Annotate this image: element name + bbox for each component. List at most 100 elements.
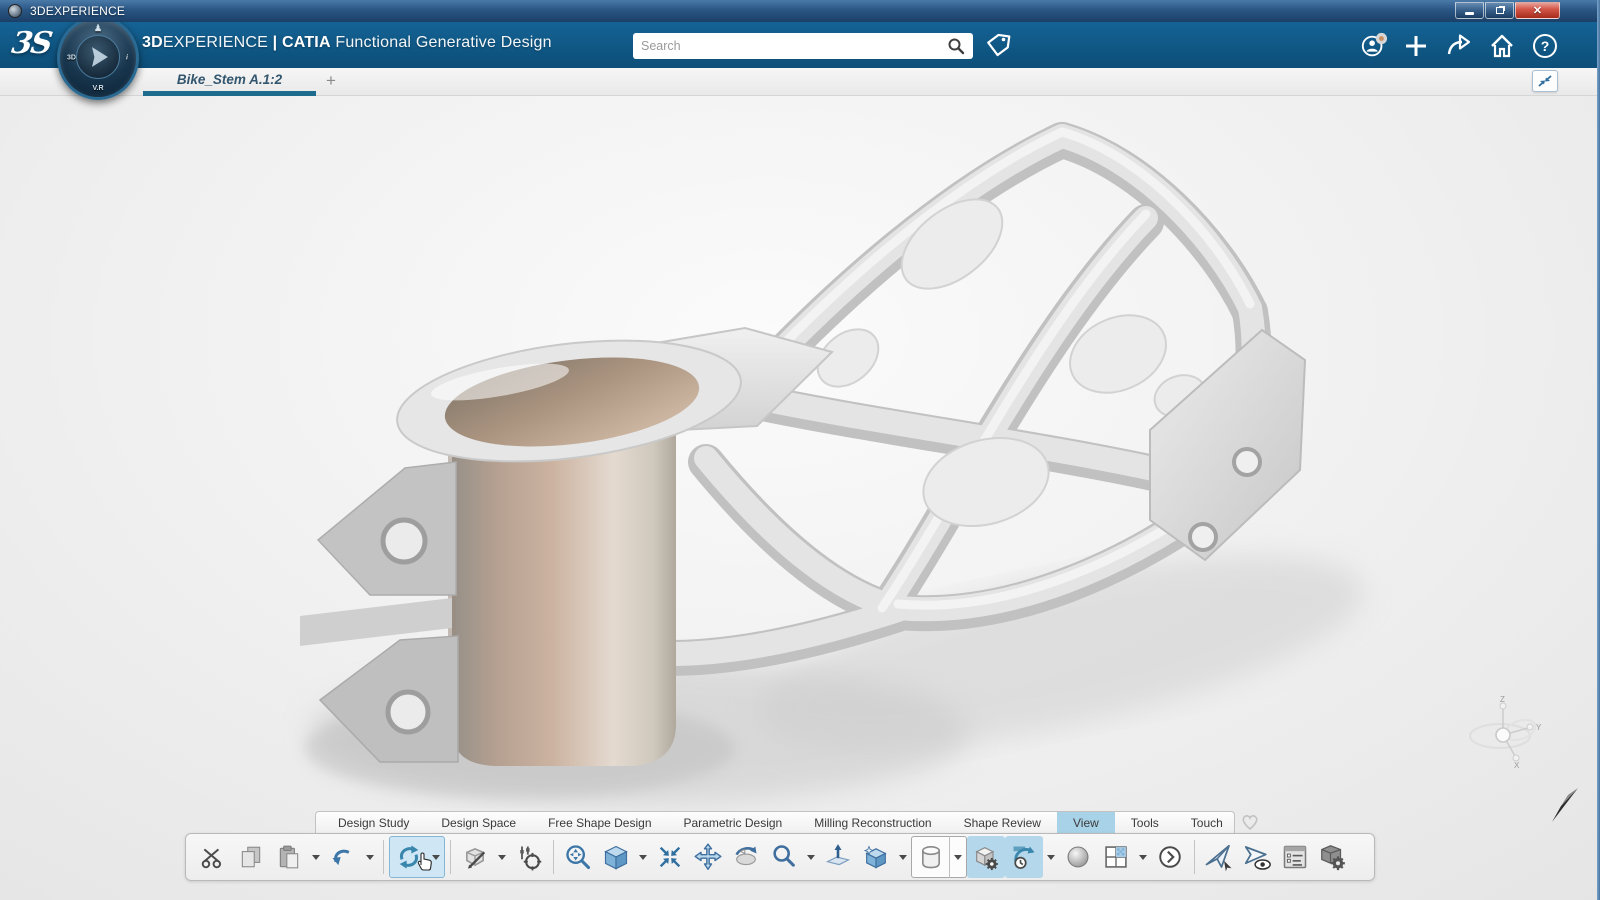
session-settings-button[interactable] xyxy=(1314,836,1352,878)
axis-triad[interactable]: Z Y X xyxy=(1462,694,1552,784)
home-icon[interactable] xyxy=(1488,32,1516,60)
zoom-button[interactable] xyxy=(765,836,803,878)
render-style-button[interactable] xyxy=(967,836,1005,878)
favorites-heart-icon[interactable] xyxy=(1240,812,1260,832)
user-profile-icon[interactable] xyxy=(1360,32,1388,60)
zoom-dropdown[interactable] xyxy=(803,836,819,878)
bike-stem-model[interactable] xyxy=(0,96,1600,900)
sliders-target-icon xyxy=(515,843,543,871)
update-group xyxy=(389,836,445,878)
tab-design-study[interactable]: Design Study xyxy=(322,812,425,833)
tab-free-shape-design[interactable]: Free Shape Design xyxy=(532,812,667,833)
history-clock-icon xyxy=(1010,843,1038,871)
tab-design-space[interactable]: Design Space xyxy=(425,812,532,833)
cube-gear-icon xyxy=(972,843,1000,871)
tab-bike-stem[interactable]: Bike_Stem A.1:2 xyxy=(143,68,316,96)
compass-social-icon[interactable]: ♟ xyxy=(94,23,102,34)
shading-dropdown[interactable] xyxy=(950,836,966,878)
history-dropdown[interactable] xyxy=(1043,836,1059,878)
tab-tools[interactable]: Tools xyxy=(1115,812,1175,833)
update-button[interactable] xyxy=(390,836,428,878)
toolbar-separator xyxy=(1194,840,1195,874)
window-title: 3DEXPERIENCE xyxy=(30,4,125,18)
tab-view[interactable]: View xyxy=(1057,812,1115,833)
window-titlebar: 3DEXPERIENCE ✕ xyxy=(0,0,1600,22)
undo-dropdown[interactable] xyxy=(362,836,378,878)
zoom-icon xyxy=(770,843,798,871)
view-modes-cube-button[interactable] xyxy=(857,836,895,878)
view-manipulation-dropdown[interactable] xyxy=(494,836,510,878)
update-dropdown[interactable] xyxy=(428,836,444,878)
shading-cylinder-button[interactable] xyxy=(912,836,950,878)
iso-cube-icon xyxy=(602,843,630,871)
cut-button[interactable] xyxy=(194,836,232,878)
handlebar-clamp xyxy=(1150,330,1305,560)
undo-button[interactable] xyxy=(324,836,362,878)
tab-label: Bike_Stem A.1:2 xyxy=(177,72,282,87)
help-icon[interactable]: ? xyxy=(1531,32,1559,60)
normal-view-button[interactable] xyxy=(819,836,857,878)
undo-icon xyxy=(329,843,357,871)
zoom-fit-button[interactable] xyxy=(559,836,597,878)
add-content-icon[interactable] xyxy=(1402,32,1430,60)
iso-view-dropdown[interactable] xyxy=(635,836,651,878)
history-button[interactable] xyxy=(1005,836,1043,878)
3ds-logo: 3S xyxy=(10,26,53,61)
restore-button[interactable] xyxy=(1485,2,1514,19)
circle-chevron-icon xyxy=(1157,844,1183,870)
expand-more-button[interactable] xyxy=(1151,836,1189,878)
axis-y-label: Y xyxy=(1536,723,1542,732)
minimize-button[interactable] xyxy=(1455,2,1484,19)
view-modes-dropdown[interactable] xyxy=(895,836,911,878)
search-input[interactable] xyxy=(633,39,947,53)
multi-view-button[interactable] xyxy=(1097,836,1135,878)
new-tab-button[interactable]: + xyxy=(320,70,342,92)
toolbar-separator xyxy=(553,840,554,874)
search-bar xyxy=(633,33,973,59)
share-icon[interactable] xyxy=(1445,32,1473,60)
settings-cube-icon xyxy=(1318,842,1348,872)
collapse-arrows-icon xyxy=(1536,73,1554,89)
tab-touch[interactable]: Touch xyxy=(1175,812,1239,833)
paper-plane-icon xyxy=(1204,842,1234,872)
tab-parametric-design[interactable]: Parametric Design xyxy=(668,812,799,833)
multi-view-dropdown[interactable] xyxy=(1135,836,1151,878)
toolbar-separator xyxy=(450,840,451,874)
ambience-sphere-button[interactable] xyxy=(1059,836,1097,878)
compass-east-label[interactable]: i xyxy=(126,55,128,62)
fly-mode-button[interactable] xyxy=(1200,836,1238,878)
search-icon[interactable] xyxy=(947,37,965,55)
axis-x-label: X xyxy=(1514,761,1520,770)
view-manipulation-button[interactable] xyxy=(456,836,494,878)
app-title: 3DEXPERIENCE | CATIA Functional Generati… xyxy=(142,34,552,52)
close-button[interactable]: ✕ xyxy=(1515,2,1560,19)
pan-button[interactable] xyxy=(689,836,727,878)
bottom-toolbar xyxy=(185,833,1375,881)
tab-shape-review[interactable]: Shape Review xyxy=(948,812,1057,833)
compass-south-label[interactable]: V.R xyxy=(92,85,103,92)
quad-view-icon xyxy=(1102,843,1130,871)
active-tab-underline xyxy=(143,91,316,96)
paste-button[interactable] xyxy=(270,836,308,878)
3dexperience-compass-button[interactable]: ♟ 3D i V.R xyxy=(57,16,139,100)
copy-button[interactable] xyxy=(232,836,270,878)
iso-view-button[interactable] xyxy=(597,836,635,878)
paste-icon xyxy=(276,844,302,870)
tag-icon[interactable] xyxy=(984,32,1012,60)
collapse-viewport-button[interactable] xyxy=(1532,70,1558,92)
scissors-icon xyxy=(200,844,226,870)
compass-west-label[interactable]: 3D xyxy=(67,55,76,62)
paste-dropdown[interactable] xyxy=(308,836,324,878)
fit-all-button[interactable] xyxy=(651,836,689,878)
preferences-target-button[interactable] xyxy=(510,836,548,878)
3d-viewport[interactable]: Z Y X xyxy=(0,96,1600,900)
svg-text:?: ? xyxy=(1541,38,1550,54)
look-at-button[interactable] xyxy=(1238,836,1276,878)
rotate-button[interactable] xyxy=(727,836,765,878)
specification-panel-button[interactable] xyxy=(1276,836,1314,878)
tab-milling-reconstruction[interactable]: Milling Reconstruction xyxy=(798,812,947,833)
pen-flag-icon[interactable] xyxy=(1548,786,1582,828)
cube-pencil-icon xyxy=(461,843,489,871)
sphere-icon xyxy=(1064,843,1092,871)
compass-play-icon[interactable] xyxy=(76,35,120,79)
